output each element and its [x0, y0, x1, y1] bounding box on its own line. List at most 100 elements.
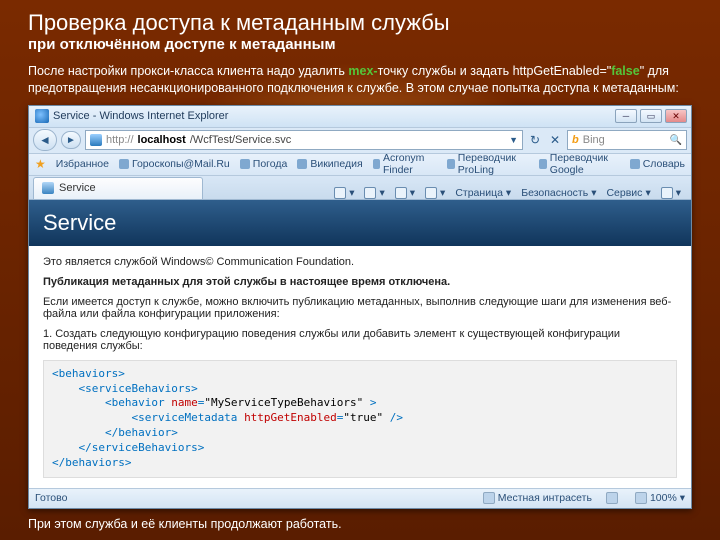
code-l6: </serviceBehaviors> — [52, 441, 204, 454]
page-p3: Если имеется доступ к службе, можно вклю… — [43, 296, 677, 320]
close-button[interactable]: ✕ — [665, 109, 687, 123]
ie-command-bar: ▾ ▾ ▾ ▾ Страница ▾ Безопасность ▾ Сервис… — [334, 187, 687, 199]
page-menu[interactable]: Страница ▾ — [455, 187, 511, 199]
favlink-label: Переводчик Google — [550, 152, 620, 176]
ie-window-title: Service - Windows Internet Explorer — [53, 110, 612, 122]
feeds-button[interactable]: ▾ — [364, 187, 384, 199]
url-path: /WcfTest/Service.svc — [190, 134, 291, 146]
favlink-icon — [630, 159, 640, 169]
slide-title: Проверка доступа к метаданным службы — [28, 10, 692, 36]
stop-button[interactable]: ✕ — [547, 132, 563, 148]
slide-outro: При этом служба и её клиенты продолжают … — [28, 517, 692, 531]
search-input[interactable]: b Bing 🔍 — [567, 130, 687, 150]
tools-menu-label: Сервис — [606, 187, 642, 199]
url-dropdown-icon[interactable]: ▼ — [509, 135, 518, 145]
back-button[interactable]: ◄ — [33, 129, 57, 151]
shield-icon — [606, 492, 618, 504]
favlink-label: Гороскопы@Mail.Ru — [132, 158, 230, 170]
intro-false: false — [611, 64, 640, 78]
code-l7: </behaviors> — [52, 456, 131, 469]
page-content: Service Это является службой Windows© Co… — [29, 200, 691, 488]
refresh-button[interactable]: ↻ — [527, 132, 543, 148]
code-l4val: "true" — [343, 411, 383, 424]
favlink-label: Википедия — [310, 158, 362, 170]
page-p1: Это является службой Windows© Communicat… — [43, 256, 677, 268]
code-l3a: <behavior — [52, 396, 171, 409]
code-block: <behaviors> <serviceBehaviors> <behavior… — [43, 360, 677, 478]
favlink-icon — [373, 159, 380, 169]
ie-favicon-icon — [35, 109, 49, 123]
url-favicon-icon — [90, 134, 102, 146]
favlink-icon — [447, 159, 454, 169]
favlink-icon — [119, 159, 129, 169]
url-protocol: http:// — [106, 134, 134, 146]
favlink-proling[interactable]: Переводчик ProLing — [447, 152, 529, 176]
mail-button[interactable]: ▾ — [395, 187, 415, 199]
tools-menu[interactable]: Сервис ▾ — [606, 187, 650, 199]
status-ready: Готово — [35, 492, 67, 504]
favlink-gtranslate[interactable]: Переводчик Google — [539, 152, 619, 176]
favlink-wikipedia[interactable]: Википедия — [297, 158, 362, 170]
favorites-star-icon[interactable]: ★ — [35, 157, 46, 171]
code-l3name: name — [171, 396, 198, 409]
search-placeholder: Bing — [583, 134, 605, 146]
status-zoom[interactable]: 100% ▾ — [635, 492, 685, 504]
tab-service[interactable]: Service — [33, 177, 203, 199]
favlink-icon — [297, 159, 307, 169]
forward-button[interactable]: ► — [61, 131, 81, 149]
feeds-icon — [364, 187, 376, 199]
slide-intro: После настройки прокси-класса клиента на… — [28, 63, 692, 97]
intro-mex: mex- — [348, 64, 377, 78]
code-l4name: httpGetEnabled — [244, 411, 337, 424]
page-banner: Service — [29, 200, 691, 246]
maximize-button[interactable]: ▭ — [640, 109, 662, 123]
favlink-weather[interactable]: Погода — [240, 158, 288, 170]
status-zoom-label: 100% — [650, 492, 677, 504]
minimize-button[interactable]: ─ — [615, 109, 637, 123]
ie-titlebar: Service - Windows Internet Explorer ─ ▭ … — [29, 106, 691, 128]
zoom-icon — [635, 492, 647, 504]
search-go-icon[interactable]: 🔍 — [670, 135, 682, 146]
tab-label: Service — [59, 182, 96, 194]
print-icon — [425, 187, 437, 199]
favlink-horoscopes[interactable]: Гороскопы@Mail.Ru — [119, 158, 230, 170]
ie-window: Service - Windows Internet Explorer ─ ▭ … — [28, 105, 692, 509]
status-protected-mode — [606, 492, 621, 504]
print-button[interactable]: ▾ — [425, 187, 445, 199]
home-button[interactable]: ▾ — [334, 187, 354, 199]
safety-menu[interactable]: Безопасность ▾ — [521, 187, 596, 199]
page-p2: Публикация метаданных для этой службы в … — [43, 276, 677, 288]
status-zone: Местная интрасеть — [483, 492, 592, 504]
ie-favorites-bar: ★ Избранное Гороскопы@Mail.Ru Погода Вик… — [29, 154, 691, 176]
help-icon — [661, 187, 673, 199]
favlink-acronym[interactable]: Acronym Finder — [373, 152, 438, 176]
favlink-label: Переводчик ProLing — [458, 152, 530, 176]
intro-part2: точку службы и задать httpGetEnabled=" — [378, 64, 612, 78]
ie-tabstrip: Service ▾ ▾ ▾ ▾ Страница ▾ Безопасность … — [29, 176, 691, 200]
mail-icon — [395, 187, 407, 199]
favorites-label[interactable]: Избранное — [56, 158, 109, 170]
page-p4: 1. Создать следующую конфигурацию поведе… — [43, 328, 677, 352]
bing-icon: b — [572, 134, 579, 146]
home-icon — [334, 187, 346, 199]
page-body: Это является службой Windows© Communicat… — [29, 246, 691, 488]
code-l4b: /> — [383, 411, 403, 424]
code-l3b: > — [363, 396, 376, 409]
favlink-label: Погода — [253, 158, 288, 170]
url-host: localhost — [138, 134, 186, 146]
favlink-label: Acronym Finder — [383, 152, 437, 176]
safety-menu-label: Безопасность — [521, 187, 588, 199]
favlink-icon — [240, 159, 250, 169]
url-input[interactable]: http:// localhost/WcfTest/Service.svc ▼ — [85, 130, 523, 150]
code-l1: <behaviors> — [52, 367, 125, 380]
code-l4a: <serviceMetadata — [52, 411, 244, 424]
favlink-icon — [539, 159, 546, 169]
code-l2: <serviceBehaviors> — [52, 382, 198, 395]
slide-subtitle: при отключённом доступе к метаданным — [28, 36, 692, 53]
intranet-icon — [483, 492, 495, 504]
help-button[interactable]: ▾ — [661, 187, 681, 199]
code-l3val: "MyServiceTypeBehaviors" — [204, 396, 363, 409]
status-zone-label: Местная интрасеть — [498, 492, 592, 504]
favlink-label: Словарь — [643, 158, 685, 170]
favlink-dictionary[interactable]: Словарь — [630, 158, 685, 170]
